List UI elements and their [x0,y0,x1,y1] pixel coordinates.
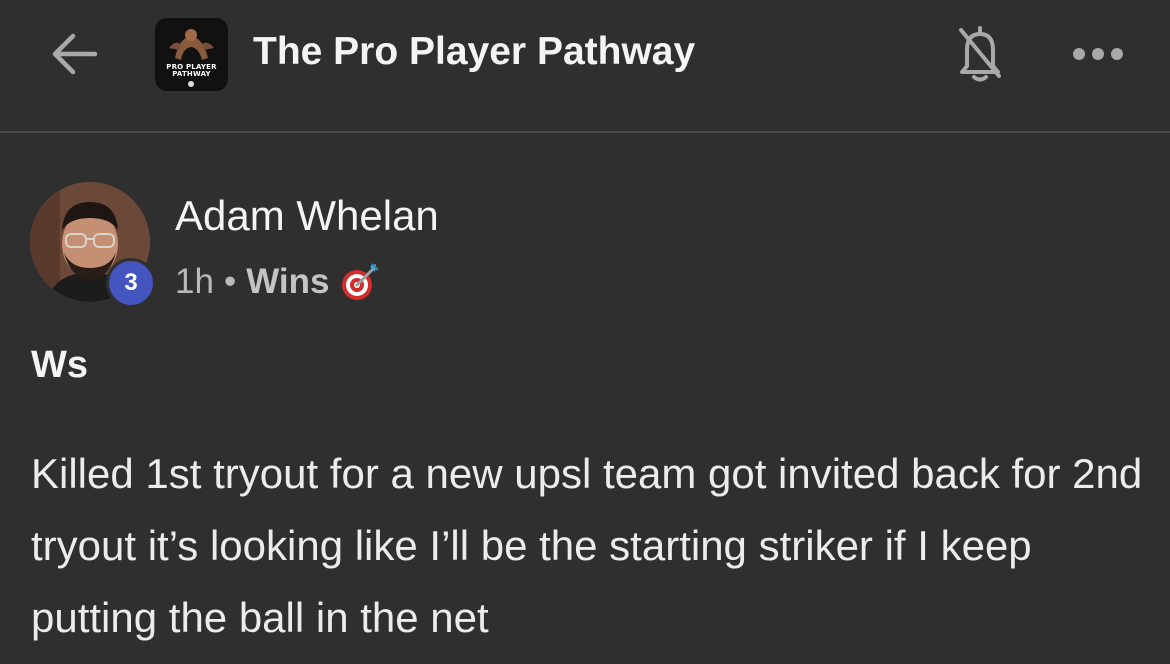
post-title: Ws [31,344,88,386]
post-body: Killed 1st tryout for a new upsl team go… [31,450,1143,641]
header-bar: PRO PLAYER PATHWAY The Pro Player Pathwa… [0,0,1170,133]
post-time: 1h [175,262,214,301]
author-avatar-group[interactable]: 3 [30,182,156,308]
back-button[interactable] [44,28,104,80]
logo-text: PRO PLAYER PATHWAY [166,63,217,78]
notification-toggle-button[interactable] [950,22,1010,84]
player-silhouette-icon [169,29,214,87]
more-horizontal-icon [1073,48,1123,60]
post-meta: 1h • Wins [175,262,380,302]
more-options-button[interactable] [1068,36,1128,72]
arrow-left-icon [52,33,98,75]
target-dart-icon [341,263,379,300]
group-logo[interactable]: PRO PLAYER PATHWAY [155,18,228,91]
bell-off-icon [959,26,1001,82]
author-name[interactable]: Adam Whelan [175,192,439,240]
post-page: PRO PLAYER PATHWAY The Pro Player Pathwa… [0,0,1170,664]
category-link[interactable]: Wins [246,262,329,302]
meta-separator: • [223,262,237,301]
level-badge: 3 [106,258,156,308]
page-title[interactable]: The Pro Player Pathway [253,30,695,74]
